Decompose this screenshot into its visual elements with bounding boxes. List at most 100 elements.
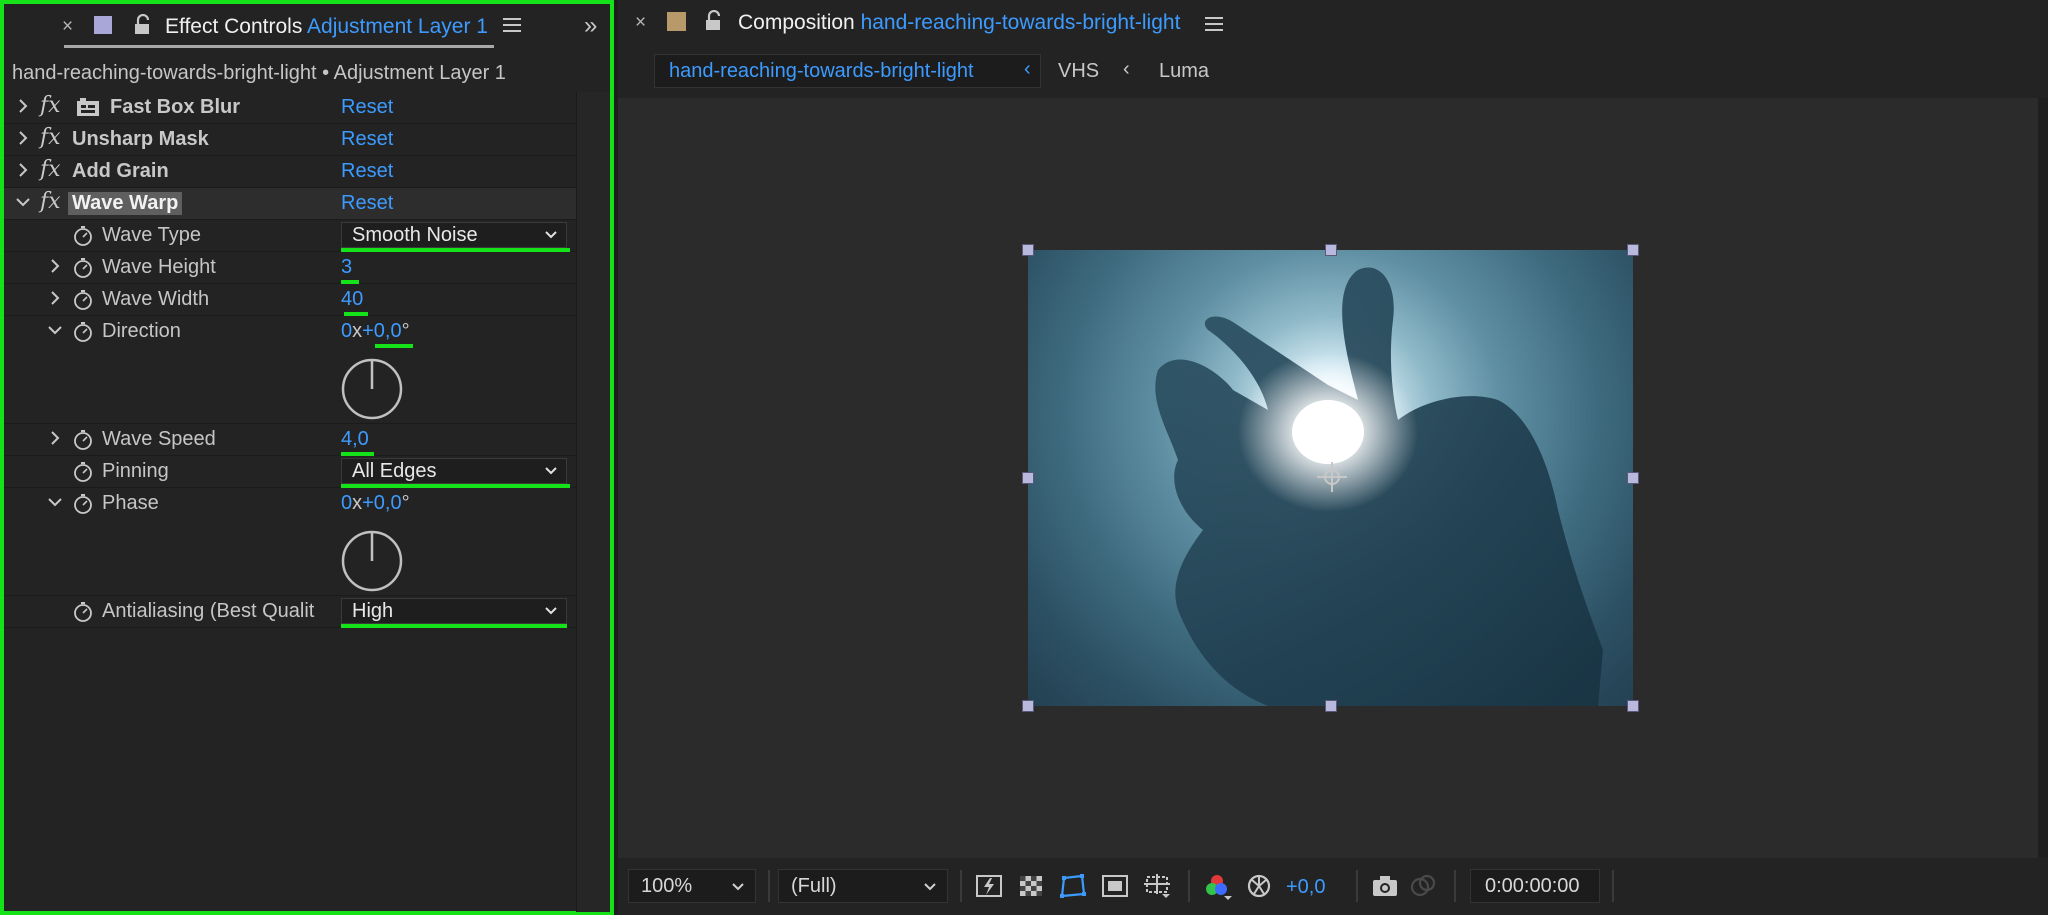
fx-toggle-icon[interactable]: fx [40,157,61,182]
panel-menu-icon[interactable] [1205,16,1223,32]
chevron-down-icon [545,607,557,615]
channel-icon[interactable] [1202,872,1232,900]
fx-toggle-icon[interactable]: fx [40,189,61,214]
property-pinning: Pinning All Edges [4,456,576,488]
stopwatch-icon[interactable] [72,461,94,483]
toolbar-divider [1356,870,1358,902]
reset-link[interactable]: Reset [341,96,393,119]
angle-dial[interactable] [341,358,403,420]
composition-header: × Composition hand-reaching-towards-brig… [618,0,2048,98]
effect-row-wave-warp[interactable]: fx Wave Warp Reset [4,188,576,220]
close-tab-icon[interactable]: × [635,12,646,34]
toolbar-divider [768,870,770,902]
panel-overflow-icon[interactable]: » [584,12,598,40]
viewer-right-strip [2038,98,2048,858]
snapshot-icon[interactable] [1370,872,1400,900]
chevron-right-icon[interactable] [46,429,64,447]
transform-handle[interactable] [1325,700,1337,712]
effect-row-fast-box-blur[interactable]: fx Fast Box Blur Reset [4,92,576,124]
transform-handle[interactable] [1627,472,1639,484]
anchor-point-icon[interactable] [1315,460,1349,494]
property-wave-width: Wave Width 40 [4,284,576,316]
close-tab-icon[interactable]: × [62,16,73,38]
transparency-grid-icon[interactable] [1016,872,1046,900]
wave-width-value[interactable]: 40 [341,288,363,311]
gpu-accelerated-icon [77,98,99,116]
mask-path-visibility-icon[interactable] [1058,872,1088,900]
resolution-dropdown[interactable]: (Full) [778,869,948,903]
reset-link[interactable]: Reset [341,160,393,183]
breadcrumb-label: hand-reaching-towards-bright-light [669,60,974,82]
composition-viewer[interactable] [618,98,2038,858]
comp-breadcrumb-luma[interactable]: Luma [1159,60,1209,83]
transform-handle[interactable] [1022,472,1034,484]
chevron-down-icon [545,467,557,475]
degrees-value[interactable]: +0,0 [362,320,401,342]
effect-name: Add Grain [72,160,169,182]
region-of-interest-icon[interactable] [1100,872,1130,900]
effect-controls-tab[interactable]: Effect Controls Adjustment Layer 1 [165,15,488,39]
phase-value[interactable]: 0x+0,0° [341,492,410,515]
comp-breadcrumb-vhs[interactable]: VHS [1058,60,1099,83]
show-snapshot-icon[interactable] [1408,872,1438,900]
chevron-down-icon[interactable] [46,321,64,339]
angle-dial[interactable] [341,530,403,592]
stopwatch-icon[interactable] [72,225,94,247]
chevron-right-icon[interactable] [14,161,32,179]
property-label: Antialiasing (Best Qualit [102,600,315,622]
toolbar-divider [1454,870,1456,902]
property-label: Direction [102,320,181,342]
effect-row-unsharp-mask[interactable]: fx Unsharp Mask Reset [4,124,576,156]
fx-toggle-icon[interactable]: fx [40,93,61,118]
wave-height-value[interactable]: 3 [341,256,352,279]
color-management-icon[interactable] [1244,872,1274,900]
revolutions-value[interactable]: 0 [341,492,352,514]
antialiasing-dropdown[interactable]: High [341,598,567,624]
stopwatch-icon[interactable] [72,257,94,279]
fast-previews-icon[interactable] [974,872,1004,900]
wave-speed-value[interactable]: 4,0 [341,428,369,451]
transform-handle[interactable] [1627,244,1639,256]
property-label: Wave Width [102,288,210,310]
direction-value[interactable]: 0x+0,0° [341,320,410,343]
comp-breadcrumb-active[interactable]: hand-reaching-towards-bright-light [654,54,1041,88]
fx-toggle-icon[interactable]: fx [40,125,61,150]
timecode-value: 0:00:00:00 [1485,875,1580,897]
chevron-right-icon[interactable] [46,257,64,275]
property-label: Phase [102,492,159,514]
stopwatch-icon[interactable] [72,289,94,311]
exposure-value[interactable]: +0,0 [1286,876,1325,899]
transform-handle[interactable] [1325,244,1337,256]
reset-link[interactable]: Reset [341,128,393,151]
grid-guides-icon[interactable] [1142,872,1172,900]
chevron-down-icon[interactable] [46,493,64,511]
zoom-dropdown[interactable]: 100% [628,869,756,903]
property-wave-height: Wave Height 3 [4,252,576,284]
stopwatch-icon[interactable] [72,493,94,515]
vertical-scrollbar[interactable] [576,92,610,912]
transform-handle[interactable] [1022,244,1034,256]
stopwatch-icon[interactable] [72,429,94,451]
chevron-right-icon[interactable] [46,289,64,307]
pinning-dropdown[interactable]: All Edges [341,458,567,484]
wave-type-dropdown[interactable]: Smooth Noise [341,222,567,248]
breadcrumb-separator: ‹ [1024,58,1031,80]
effect-row-add-grain[interactable]: fx Add Grain Reset [4,156,576,188]
current-time-display[interactable]: 0:00:00:00 [1470,869,1600,903]
chevron-right-icon[interactable] [14,129,32,147]
reset-link[interactable]: Reset [341,192,393,215]
transform-handle[interactable] [1022,700,1034,712]
panel-menu-icon[interactable] [503,17,521,33]
stopwatch-icon[interactable] [72,321,94,343]
degrees-value[interactable]: +0,0 [362,492,401,514]
tab-title-label: Composition [738,11,855,34]
stopwatch-icon[interactable] [72,601,94,623]
property-label: Wave Speed [102,428,216,450]
lock-icon[interactable] [132,14,154,36]
composition-tab[interactable]: Composition hand-reaching-towards-bright… [738,11,1180,35]
chevron-right-icon[interactable] [14,97,32,115]
chevron-down-icon[interactable] [14,193,32,211]
revolutions-value[interactable]: 0 [341,320,352,342]
lock-icon[interactable] [703,10,725,32]
transform-handle[interactable] [1627,700,1639,712]
